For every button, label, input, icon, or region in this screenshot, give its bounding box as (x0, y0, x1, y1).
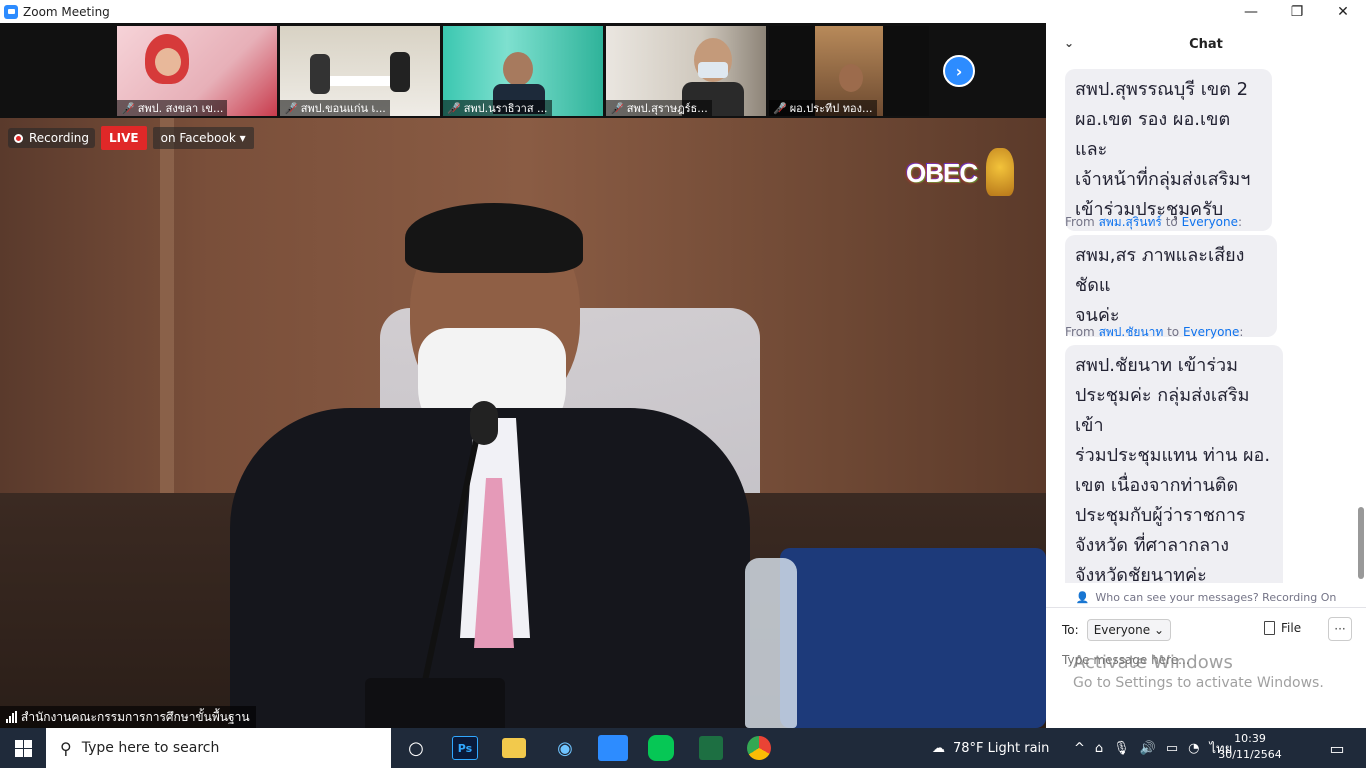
microphone-icon[interactable]: 🎙 (1113, 741, 1130, 756)
chat-header: ⌄ Chat (1046, 23, 1366, 65)
close-button[interactable]: ✕ (1320, 0, 1366, 23)
recording-bar: Recording LIVE on Facebook ▾ (8, 126, 254, 150)
participant-thumbnail[interactable]: 🎤̸ สพป.สุราษฎร์ธ... (606, 26, 766, 116)
participant-name: 🎤̸ สพป.สุราษฎร์ธ... (606, 100, 712, 116)
chevron-right-icon: › (955, 61, 963, 81)
notifications-icon[interactable]: ▭ (1322, 734, 1352, 762)
chevron-up-icon[interactable]: ^ (1074, 741, 1085, 756)
recording-indicator[interactable]: Recording (8, 128, 96, 148)
mic-muted-icon: 🎤̸ (121, 101, 135, 115)
chat-scrollbar[interactable] (1358, 65, 1364, 605)
window-title: Zoom Meeting (23, 4, 110, 19)
zoom-app-icon (4, 4, 18, 19)
mic-muted-icon: 🎤̸ (610, 101, 624, 115)
minimize-button[interactable]: — (1228, 0, 1274, 23)
clock[interactable]: 10:39 30/11/2564 (1218, 731, 1282, 763)
participant-thumbnail[interactable]: 🎤̸ สพป.ขอนแก่น เ... (280, 26, 440, 116)
excel-icon[interactable] (699, 736, 723, 760)
photoshop-icon[interactable]: Ps (452, 736, 478, 760)
webex-icon[interactable]: ◉ (550, 734, 580, 762)
activate-windows-watermark: Activate Windows Go to Settings to activ… (1073, 652, 1324, 691)
record-icon (14, 133, 23, 143)
chevron-down-icon[interactable]: ⌄ (1064, 36, 1074, 50)
file-button[interactable]: File (1264, 621, 1301, 635)
start-button[interactable] (0, 728, 46, 768)
system-tray: ^ ⌂ 🎙 🔊 ▭ ◔ ไทย (1074, 728, 1232, 768)
taskbar-search[interactable]: ⚲ Type here to search (46, 728, 391, 768)
weather-widget[interactable]: ☁ 78°F Light rain (932, 728, 1049, 768)
chat-title: Chat (1189, 36, 1223, 52)
divider (1046, 607, 1366, 608)
windows-logo-icon (14, 739, 32, 757)
livestream-platform-dropdown[interactable]: on Facebook ▾ (152, 127, 254, 149)
zoom-taskbar-icon[interactable] (598, 735, 628, 761)
mic-muted-icon: 🎤̸ (773, 101, 787, 115)
chat-message-sender: From สพม.สุรินทร์ to Everyone: (1065, 215, 1243, 229)
chat-message: สพม,สร ภาพและเสียงชัดแ จนค่ะ (1065, 235, 1277, 337)
participant-thumbnail[interactable]: 🎤̸ สพป. สงขลา เข... (117, 26, 277, 116)
obec-logo: OBEC (906, 148, 1016, 204)
participant-name: 🎤̸ สพป.นราธิวาส ... (443, 100, 552, 116)
sender-link[interactable]: สพป.ชัยนาท (1099, 325, 1164, 339)
search-icon: ⚲ (60, 738, 72, 758)
recipient-link[interactable]: Everyone (1182, 215, 1238, 229)
recipient-row: To: Everyone ⌄ (1062, 619, 1172, 641)
participant-name: 🎤̸ ผอ.ประทีป ทอง... (769, 100, 877, 116)
mic-muted-icon: 🎤̸ (447, 101, 461, 115)
active-speaker-name: สำนักงานคณะกรรมการการศึกษาขั้นพื้นฐาน (0, 706, 256, 728)
participant-name: 🎤̸ สพป. สงขลา เข... (117, 100, 228, 116)
chrome-icon[interactable] (747, 736, 771, 760)
file-explorer-icon[interactable] (502, 738, 526, 758)
chat-panel: ⌄ Chat สพป.สุพรรณบุรี เขต 2 ผอ.เขต รอง ผ… (1046, 23, 1366, 728)
battery-icon[interactable]: ▭ (1166, 741, 1178, 756)
person-lock-icon: 👤 (1075, 590, 1090, 604)
scrollbar-thumb[interactable] (1358, 507, 1364, 579)
wifi-icon[interactable]: ◔ (1188, 741, 1199, 756)
chat-message: สพป.สุพรรณบุรี เขต 2 ผอ.เขต รอง ผอ.เขต แ… (1065, 69, 1272, 231)
network-icon[interactable]: ⌂ (1095, 741, 1103, 756)
mic-muted-icon: 🎤̸ (284, 101, 298, 115)
participant-thumbnail[interactable]: 🎤̸ ผอ.ประทีป ทอง... (769, 26, 929, 116)
chat-message: สพป.ชัยนาท เข้าร่วม ประชุมค่ะ กลุ่มส่งเส… (1065, 345, 1283, 583)
volume-icon[interactable]: 🔊 (1140, 741, 1156, 756)
next-page-button[interactable]: › (943, 55, 975, 87)
participant-thumbnail[interactable]: 🎤̸ สพป.นราธิวาส ... (443, 26, 603, 116)
chat-message-sender: From สพป.ชัยนาท to Everyone: (1065, 325, 1244, 339)
task-view-icon[interactable]: ○ (401, 734, 431, 762)
thumbnail-strip: 🎤̸ สพป. สงขลา เข... 🎤̸ สพป.ขอนแก่น เ... 🎤̸… (0, 23, 1046, 118)
cloud-rain-icon: ☁ (932, 740, 945, 756)
title-bar: Zoom Meeting — ❐ ✕ (0, 0, 1366, 23)
file-icon (1264, 621, 1275, 635)
recipient-link[interactable]: Everyone (1183, 325, 1239, 339)
chevron-down-icon: ⌄ (1153, 623, 1165, 637)
line-icon[interactable] (648, 735, 674, 761)
live-badge: LIVE (101, 126, 147, 150)
recipient-dropdown[interactable]: Everyone ⌄ (1086, 619, 1172, 641)
chat-messages: สพป.สุพรรณบุรี เขต 2 ผอ.เขต รอง ผอ.เขต แ… (1046, 65, 1366, 583)
sender-link[interactable]: สพม.สุรินทร์ (1099, 215, 1162, 229)
more-options-button[interactable]: ··· (1328, 617, 1352, 641)
active-speaker-video: Recording LIVE on Facebook ▾ OBEC สำนักง… (0, 118, 1046, 728)
participant-name: 🎤̸ สพป.ขอนแก่น เ... (280, 100, 390, 116)
video-stage: 🎤̸ สพป. สงขลา เข... 🎤̸ สพป.ขอนแก่น เ... 🎤̸… (0, 23, 1046, 728)
restore-button[interactable]: ❐ (1274, 0, 1320, 23)
signal-strength-icon (6, 711, 17, 723)
privacy-notice[interactable]: 👤 Who can see your messages? Recording O… (1046, 586, 1366, 608)
